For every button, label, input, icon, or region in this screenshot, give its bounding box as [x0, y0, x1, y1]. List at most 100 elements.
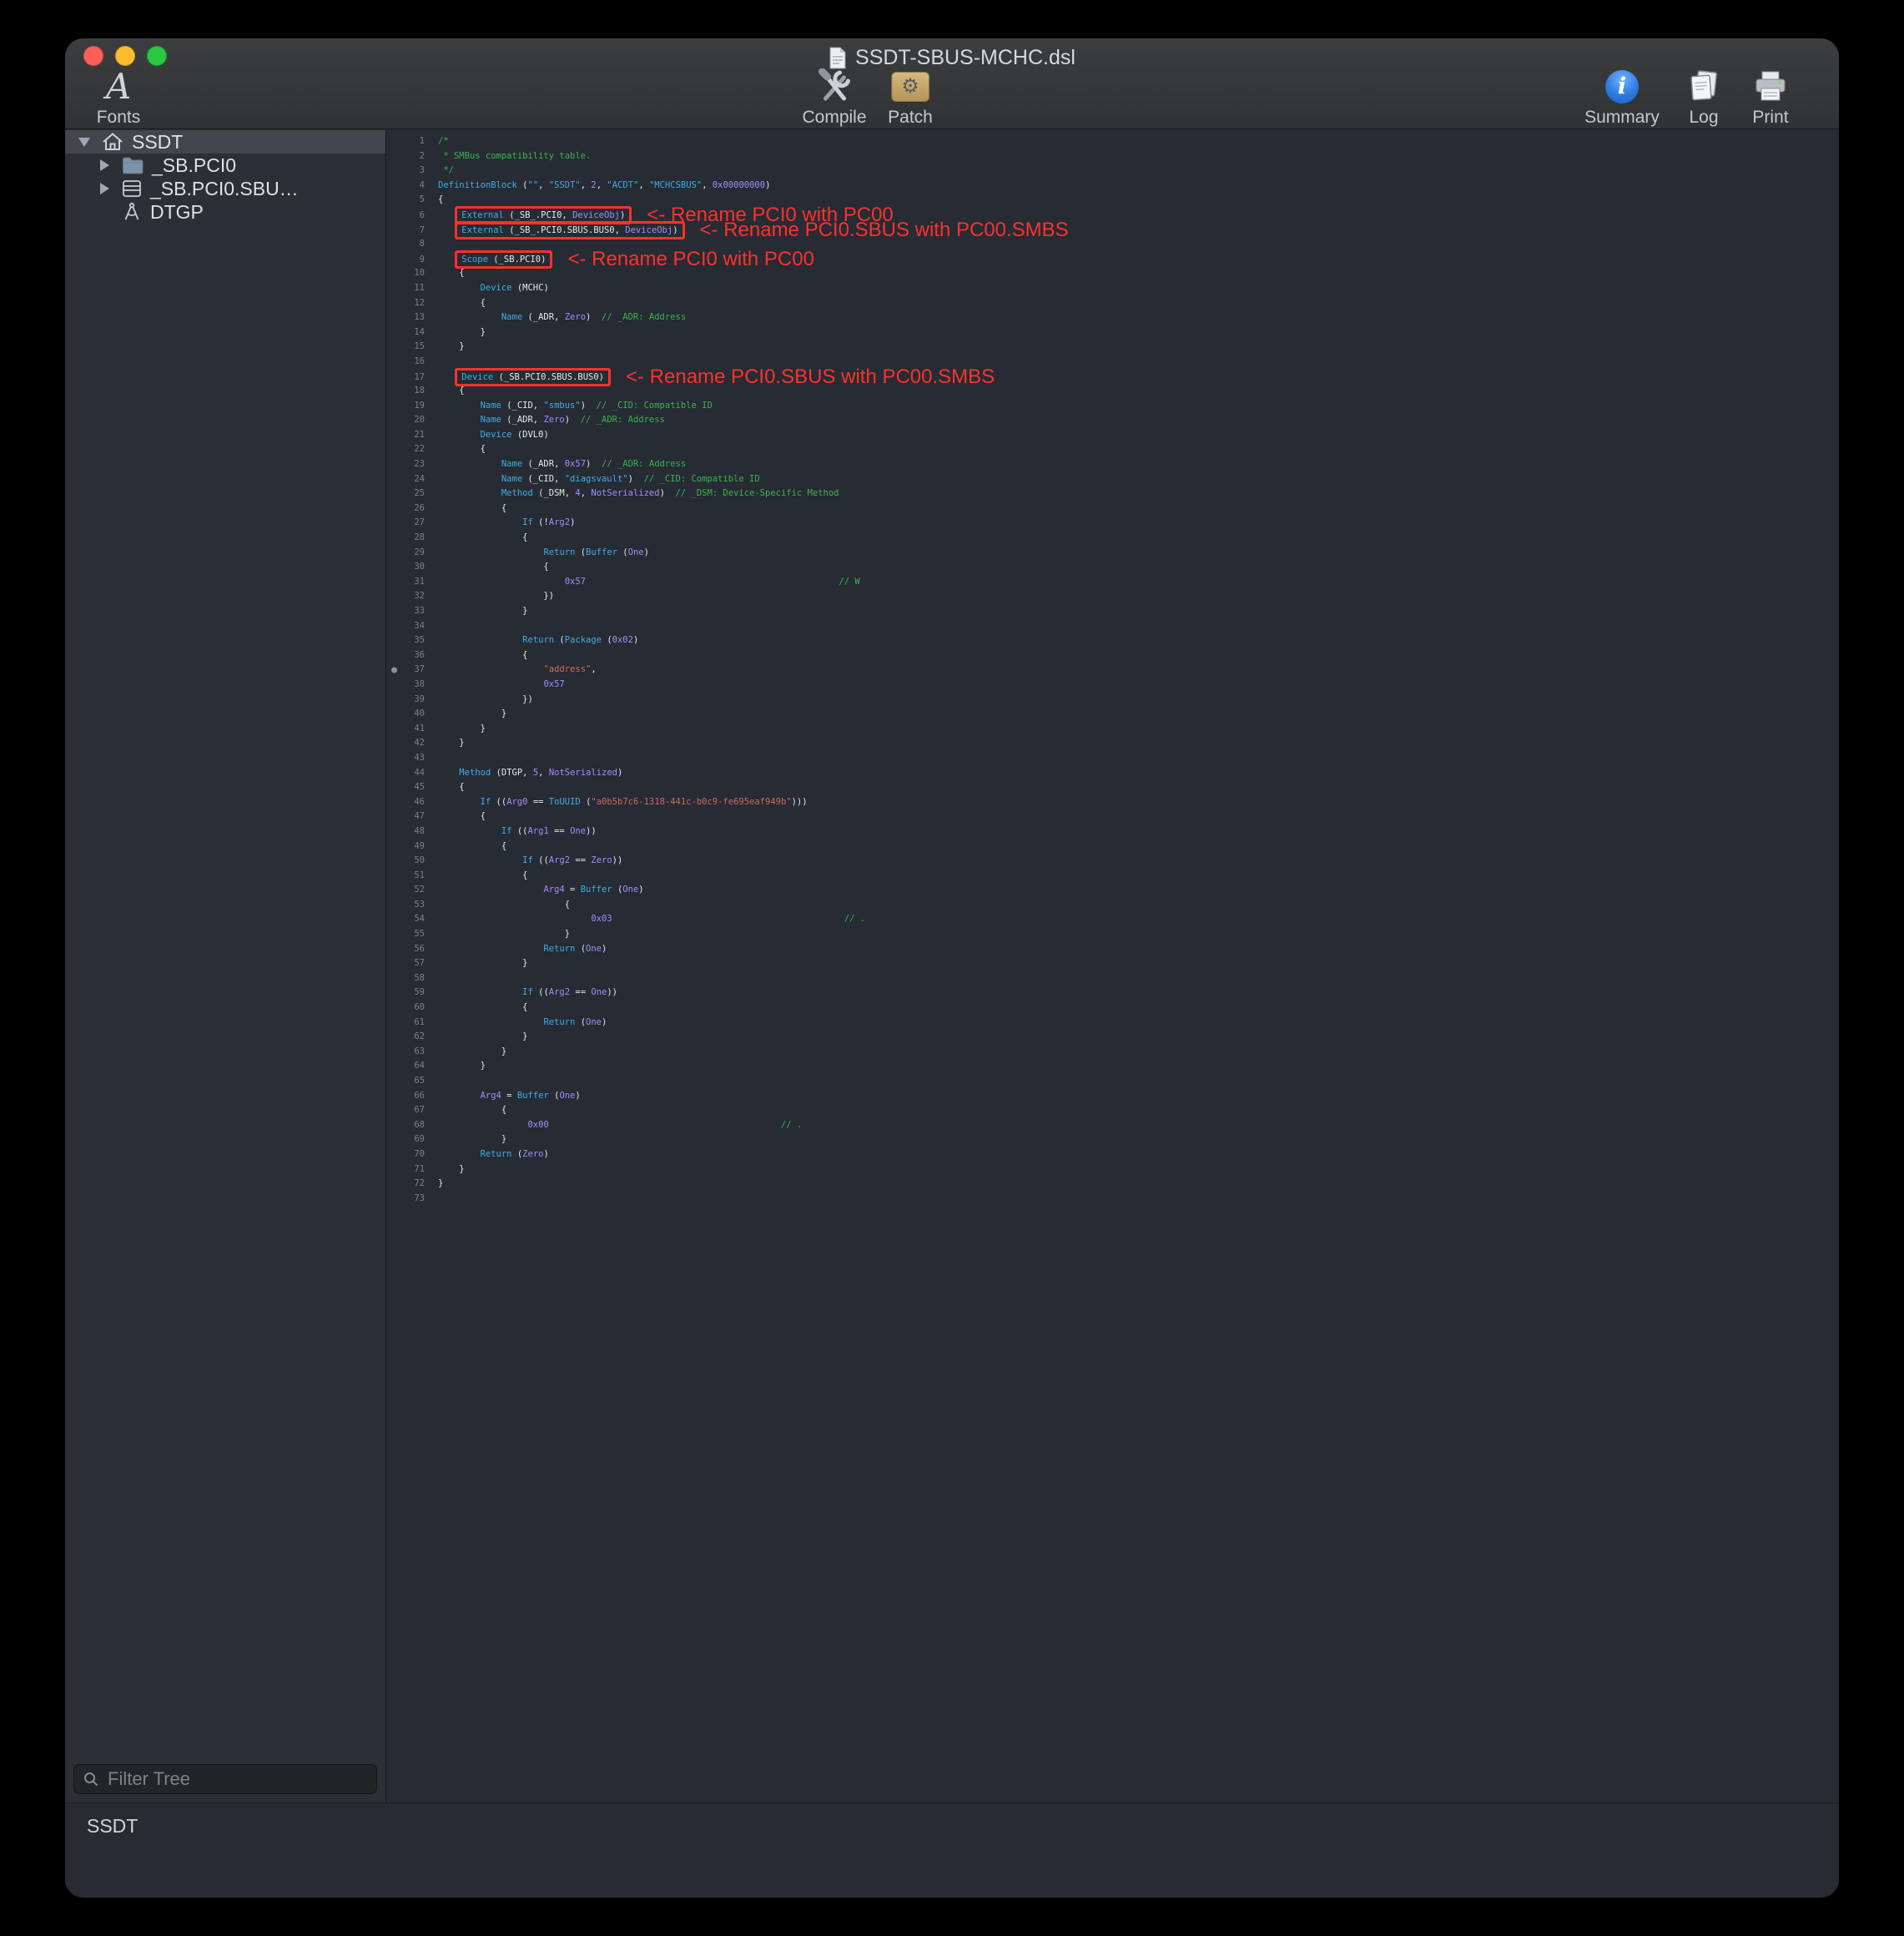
code-line[interactable]: 4DefinitionBlock ("", "SSDT", 2, "ACDT",… — [386, 179, 1839, 194]
code-line[interactable]: 37 "address", — [386, 663, 1839, 678]
code-line[interactable]: 54 0x03 // . — [386, 912, 1839, 927]
fonts-button[interactable]: A Fonts — [97, 68, 141, 127]
code-line[interactable]: 69 } — [386, 1132, 1839, 1147]
compile-button[interactable]: Compile — [802, 68, 866, 127]
code-line[interactable]: 3 */ — [386, 164, 1839, 179]
code-line[interactable]: 63 } — [386, 1045, 1839, 1060]
code-token: ))) — [792, 797, 808, 807]
code-line[interactable]: 16 — [386, 355, 1839, 370]
code-line[interactable]: 7 External (_SB_.PCI0.SBUS.BUS0, DeviceO… — [386, 223, 1839, 238]
tree-item-ssdt[interactable]: SSDT — [65, 130, 385, 154]
code-token: ) — [602, 944, 607, 954]
code-line[interactable]: 72} — [386, 1177, 1839, 1192]
code-line[interactable]: 23 Name (_ADR, 0x57) // _ADR: Address — [386, 457, 1839, 472]
code-line[interactable]: 27 If (!Arg2) — [386, 516, 1839, 531]
code-line[interactable]: 2 * SMBus compatibility table. — [386, 149, 1839, 164]
code-line[interactable]: 40 } — [386, 707, 1839, 722]
code-line[interactable]: 60 { — [386, 1001, 1839, 1016]
code-line[interactable]: 15 } — [386, 340, 1839, 355]
line-number: 9 — [386, 253, 438, 268]
code-token: // _CID: Compatible ID — [597, 401, 713, 411]
code-line[interactable]: 28 { — [386, 531, 1839, 546]
code-line[interactable]: 14 } — [386, 325, 1839, 340]
code-line[interactable]: 29 Return (Buffer (One) — [386, 546, 1839, 561]
code-line[interactable]: 1/* — [386, 134, 1839, 149]
code-line[interactable]: 34 — [386, 619, 1839, 634]
code-line[interactable]: 61 Return (One) — [386, 1016, 1839, 1031]
code-line[interactable]: 39 }) — [386, 693, 1839, 708]
code-line[interactable]: 71 } — [386, 1162, 1839, 1177]
patch-button[interactable]: ⚙ Patch — [888, 68, 933, 127]
code-line[interactable]: 9 Scope (_SB.PCI0)<- Rename PCI0 with PC… — [386, 252, 1839, 267]
code-line[interactable]: 26 { — [386, 502, 1839, 517]
code-line[interactable]: 18 { — [386, 384, 1839, 399]
line-number: 31 — [386, 575, 438, 590]
code-line[interactable]: 66 Arg4 = Buffer (One) — [386, 1089, 1839, 1104]
code-line[interactable]: 13 Name (_ADR, Zero) // _ADR: Address — [386, 310, 1839, 325]
code-line[interactable]: 48 If ((Arg1 == One)) — [386, 824, 1839, 839]
code-line[interactable]: 47 { — [386, 809, 1839, 824]
code-line[interactable]: 32 }) — [386, 589, 1839, 604]
tree-item-sb-pci0-sbus[interactable]: _SB.PCI0.SBU… — [65, 177, 385, 200]
code-line[interactable]: 67 { — [386, 1103, 1839, 1118]
tree-item-dtgp[interactable]: DTGP — [65, 200, 385, 224]
code-line[interactable]: 38 0x57 — [386, 678, 1839, 693]
code-token: // _ADR: Address — [581, 415, 665, 425]
code-token: { — [438, 900, 570, 910]
code-line[interactable]: 17 Device (_SB.PCI0.SBUS.BUS0)<- Rename … — [386, 370, 1839, 385]
code-token: { — [438, 782, 465, 792]
code-line[interactable]: 62 } — [386, 1030, 1839, 1045]
code-line[interactable]: 21 Device (DVL0) — [386, 428, 1839, 443]
code-line[interactable]: 11 Device (MCHC) — [386, 281, 1839, 296]
code-line[interactable]: 64 } — [386, 1059, 1839, 1074]
code-line[interactable]: 43 — [386, 751, 1839, 766]
code-line[interactable]: 56 Return (One) — [386, 942, 1839, 957]
print-button[interactable]: Print — [1752, 68, 1789, 127]
code-line[interactable]: 36 { — [386, 648, 1839, 663]
disclosure-closed-icon[interactable] — [100, 159, 109, 171]
code-line[interactable]: 20 Name (_ADR, Zero) // _ADR: Address — [386, 413, 1839, 428]
code-line[interactable]: 41 } — [386, 722, 1839, 737]
disclosure-open-icon[interactable] — [78, 138, 90, 147]
code-line[interactable]: 33 } — [386, 604, 1839, 619]
code-line[interactable]: 24 Name (_CID, "diagsvault") // _CID: Co… — [386, 472, 1839, 487]
disclosure-closed-icon[interactable] — [100, 183, 109, 194]
tree-item-label: DTGP — [150, 201, 204, 224]
code-line[interactable]: 53 { — [386, 898, 1839, 913]
folder-icon — [122, 157, 144, 174]
code-editor[interactable]: 1/*2 * SMBus compatibility table.3 */4De… — [386, 129, 1839, 1802]
tree-item-sb-pci0[interactable]: _SB.PCI0 — [65, 154, 385, 177]
code-line[interactable]: 70 Return (Zero) — [386, 1147, 1839, 1162]
code-line[interactable]: 22 { — [386, 442, 1839, 457]
code-line[interactable]: 6 External (_SB_.PCI0, DeviceObj)<- Rena… — [386, 208, 1839, 223]
code-line[interactable]: 52 Arg4 = Buffer (One) — [386, 883, 1839, 898]
code-line[interactable]: 45 { — [386, 780, 1839, 795]
code-line[interactable]: 51 { — [386, 869, 1839, 884]
code-line[interactable]: 59 If ((Arg2 == One)) — [386, 986, 1839, 1001]
code-line[interactable]: 57 } — [386, 956, 1839, 971]
code-line[interactable]: 50 If ((Arg2 == Zero)) — [386, 854, 1839, 869]
code-line[interactable]: 65 — [386, 1074, 1839, 1089]
log-button[interactable]: Log — [1687, 68, 1720, 127]
code-line[interactable]: 10 { — [386, 266, 1839, 281]
code-line[interactable]: 31 0x57 // W — [386, 575, 1839, 590]
code-line[interactable]: 49 { — [386, 839, 1839, 855]
code-line[interactable]: 73 — [386, 1192, 1839, 1207]
summary-button[interactable]: i Summary — [1584, 68, 1660, 127]
code-line[interactable]: 42 } — [386, 736, 1839, 751]
line-number: 10 — [386, 266, 438, 281]
code-token — [438, 797, 481, 807]
code-line[interactable]: 25 Method (_DSM, 4, NotSerialized) // _D… — [386, 487, 1839, 502]
code-line[interactable]: 35 Return (Package (0x02) — [386, 633, 1839, 648]
code-line[interactable]: 44 Method (DTGP, 5, NotSerialized) — [386, 766, 1839, 781]
code-line[interactable]: 30 { — [386, 560, 1839, 575]
code-line[interactable]: 12 { — [386, 296, 1839, 311]
code-line[interactable]: 19 Name (_CID, "smbus") // _CID: Compati… — [386, 399, 1839, 414]
code-line[interactable]: 68 0x00 // . — [386, 1118, 1839, 1133]
code-token: { — [438, 811, 486, 821]
filter-tree-input[interactable] — [73, 1764, 377, 1794]
code-line[interactable]: 55 } — [386, 927, 1839, 942]
code-token — [438, 1091, 481, 1101]
code-line[interactable]: 58 — [386, 971, 1839, 986]
code-line[interactable]: 46 If ((Arg0 == ToUUID ("a0b5b7c6-1318-4… — [386, 795, 1839, 810]
